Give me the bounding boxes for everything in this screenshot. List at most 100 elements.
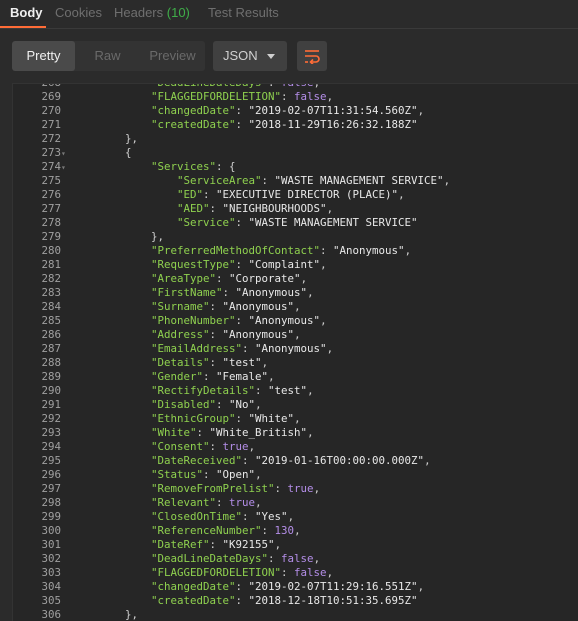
line-number: 290 (41, 384, 61, 397)
colon: : (242, 510, 256, 523)
code-line: 281 "RequestType": "Complaint", (13, 258, 450, 272)
json-key: "ReferenceNumber" (151, 524, 262, 537)
headers-count-badge: (10) (166, 5, 190, 20)
json-key: "FLAGGEDFORDELETION" (151, 566, 282, 579)
comma: , (307, 286, 314, 299)
json-value: "Anonymous" (248, 314, 321, 327)
comma: , (326, 90, 334, 103)
colon: : (209, 328, 223, 341)
chevron-down-icon (267, 54, 275, 59)
tab-headers-label: Headers (114, 5, 164, 20)
json-value: false (281, 552, 314, 565)
code-line: 269 "FLAGGEDFORDELETION": false, (13, 90, 450, 104)
comma: , (398, 188, 405, 201)
code-line: 268 "DeadLineDateDays": false, (13, 84, 450, 90)
format-select[interactable]: JSON (213, 41, 287, 71)
code-line: 271 "createdDate": "2018-11-29T16:26:32.… (13, 118, 450, 132)
code-line: 279 }, (13, 230, 450, 244)
code-line: 284 "Surname": "Anonymous", (13, 300, 450, 314)
comma: , (314, 84, 321, 89)
line-number: 286 (41, 328, 61, 341)
code-line: 301 "DateRef": "K92155", (13, 538, 450, 552)
line-number: 269 (41, 90, 61, 103)
line-number: 301 (41, 538, 61, 551)
line-number: 299 (41, 510, 61, 523)
json-value: "2018-12-18T10:51:35.695Z" (248, 594, 418, 607)
raw-button[interactable]: Raw (75, 41, 140, 71)
line-number: 275 (41, 174, 61, 187)
line-number: 297 (41, 482, 61, 495)
colon: : (255, 384, 269, 397)
json-value: true (287, 482, 314, 495)
json-key: "RequestType" (151, 258, 236, 271)
json-key: "EthnicGroup" (151, 412, 236, 425)
code-line: 295 "DateReceived": "2019-01-16T00:00:00… (13, 454, 450, 468)
json-value: "NEIGHBOURHOODS" (222, 202, 327, 215)
comma: , (300, 272, 308, 285)
colon: : (235, 412, 249, 425)
fold-arrow-icon[interactable]: ▾ (61, 161, 73, 175)
json-key: "Gender" (151, 370, 204, 383)
json-value: "WASTE MANAGEMENT SERVICE" (248, 216, 418, 229)
wrap-lines-button[interactable] (297, 41, 327, 71)
comma: , (326, 566, 334, 579)
json-value: "Anonymous" (222, 328, 295, 341)
colon: : (209, 202, 223, 215)
fold-arrow-icon[interactable]: ▾ (61, 147, 73, 161)
colon: : (235, 258, 249, 271)
comma: , (255, 398, 262, 411)
pretty-button[interactable]: Pretty (12, 41, 75, 71)
json-value: "Anonymous" (222, 300, 295, 313)
comma: , (287, 510, 295, 523)
code-line: 275 "ServiceArea": "WASTE MANAGEMENT SER… (13, 174, 450, 188)
json-key: "DeadLineDateDays" (151, 84, 268, 89)
json-key: "FLAGGEDFORDELETION" (151, 90, 282, 103)
colon: : (235, 104, 249, 117)
code-line: 274▾ "Services": { (13, 160, 450, 174)
colon: : (203, 468, 217, 481)
code-line: 289 "Gender": "Female", (13, 370, 450, 384)
line-number: 292 (41, 412, 61, 425)
json-value: "Corporate" (229, 272, 301, 285)
json-value: "White" (248, 412, 295, 425)
response-body-editor[interactable]: 268 "DeadLineDateDays": false,269 "FLAGG… (12, 83, 578, 621)
tab-body[interactable]: Body (10, 5, 43, 20)
json-key: "changedDate" (151, 104, 236, 117)
json-value: false (294, 566, 327, 579)
tab-test-results[interactable]: Test Results (208, 5, 279, 20)
json-key: "Address" (151, 328, 210, 341)
colon: : (235, 580, 249, 593)
comma: , (320, 258, 327, 271)
colon: : (209, 300, 223, 313)
json-value: { (229, 160, 236, 173)
json-value: "No" (229, 398, 256, 411)
preview-button[interactable]: Preview (140, 41, 205, 71)
tab-cookies[interactable]: Cookies (55, 5, 102, 20)
comma: , (424, 454, 431, 467)
json-value: "2019-02-07T11:31:54.560Z" (248, 104, 418, 117)
tab-headers[interactable]: Headers (10) (114, 5, 190, 20)
line-number: 289 (41, 370, 61, 383)
json-value: "Anonymous" (333, 244, 405, 257)
line-number: 305 (41, 594, 61, 607)
json-value: "Anonymous" (255, 342, 327, 355)
code-line: 293 "White": "White_British", (13, 426, 450, 440)
colon: : (274, 482, 288, 495)
line-number: 298 (41, 496, 61, 509)
colon: : (235, 594, 249, 607)
colon: : (235, 314, 249, 327)
